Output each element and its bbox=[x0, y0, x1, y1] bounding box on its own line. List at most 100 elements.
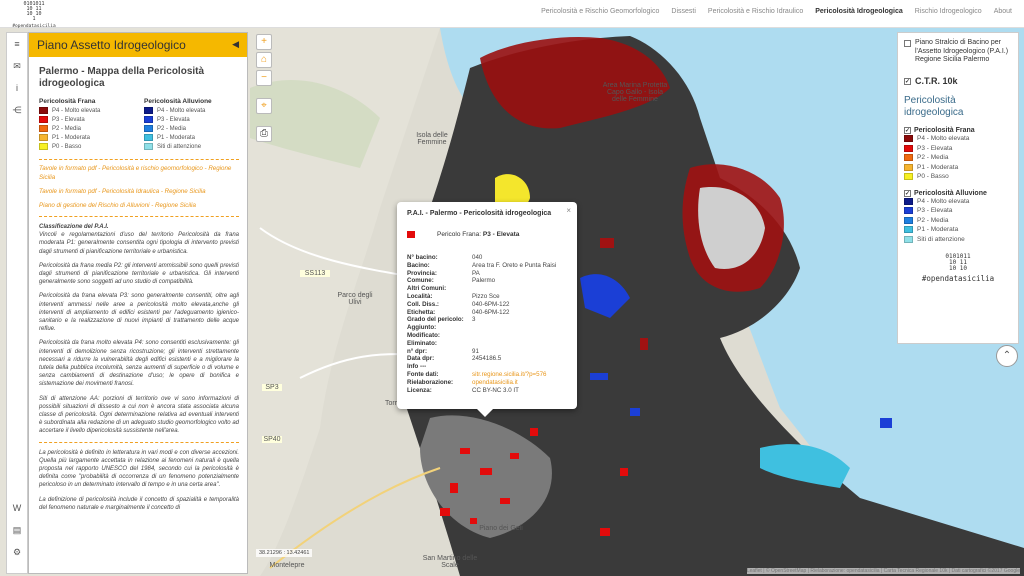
legend-alluvione-row-2: P2 - Media bbox=[144, 124, 239, 133]
right-frana-row-2: P2 - Media bbox=[904, 153, 1012, 163]
right-frana-label-3: P1 - Moderata bbox=[917, 163, 959, 171]
popup-attr-row: Provincia: PA bbox=[407, 270, 567, 278]
nav-geomorfologico[interactable]: Pericolosità e Rischio Geomorfologico bbox=[535, 8, 665, 15]
popup-title: P.A.I. - Palermo - Pericolosità idrogeol… bbox=[407, 210, 552, 217]
map-label-isola: Isola delle Femmine bbox=[416, 132, 448, 146]
legend-alluvione-swatch-3 bbox=[144, 134, 153, 141]
popup-attr-key: Altri Comuni: bbox=[407, 285, 447, 293]
legend-frana-header: Pericolosità Frana bbox=[39, 98, 96, 105]
layer-pai-checkbox[interactable] bbox=[904, 40, 911, 47]
popup-attr-row: n° dpr: 91 bbox=[407, 348, 567, 356]
legend-frana-swatch-1 bbox=[39, 116, 48, 123]
right-frana-swatch-3 bbox=[904, 163, 913, 171]
legend-alluvione-swatch-4 bbox=[144, 143, 153, 150]
popup-attr-key: Rielaborazione: bbox=[407, 378, 454, 386]
right-alluvione-swatch-0 bbox=[904, 197, 913, 205]
map-label-sp3: SP3 bbox=[262, 384, 282, 391]
zoom-out-button[interactable]: − bbox=[256, 70, 272, 86]
popup-attr-value: 040-6PM-122 bbox=[472, 308, 510, 316]
menu-icon[interactable]: ≡ bbox=[7, 33, 27, 55]
right-frana-row-0: P4 - Molto elevata bbox=[904, 134, 1012, 144]
right-alluvione-swatch-3 bbox=[904, 226, 913, 234]
layers-heading: Pericolosità idrogeologica bbox=[904, 95, 964, 118]
nav-dissesti[interactable]: Dissesti bbox=[665, 8, 702, 15]
legend-frana-swatch-0 bbox=[39, 107, 48, 114]
print-icon[interactable]: ⎙ bbox=[256, 126, 272, 142]
locate-icon[interactable]: ⌖ bbox=[256, 98, 272, 114]
share-icon[interactable]: ⋲ bbox=[7, 99, 27, 121]
opendatasicilia-logo: 0101011 10 11 10 10 #opendatasicilia bbox=[904, 254, 1012, 283]
legend-frana-row-0: P4 - Molto elevata bbox=[39, 106, 134, 115]
layer-pai[interactable]: Piano Stralcio di Bacino per l'Assetto I… bbox=[904, 39, 1012, 65]
legend-frana-label-0: P4 - Molto elevata bbox=[52, 107, 101, 114]
map-label-san-martino: San Martino delle Scale bbox=[422, 555, 478, 569]
legend-alluvione-label-3: P1 - Moderata bbox=[157, 134, 196, 141]
legend-frana-label-4: P0 - Basso bbox=[52, 143, 82, 150]
link-tavole-geomorfologico[interactable]: Tavole in formato pdf - Pericolosità e r… bbox=[39, 164, 239, 182]
legend-frana-label-3: P1 - Moderata bbox=[52, 134, 91, 141]
panel-header: Piano Assetto Idrogeologico ◀ bbox=[29, 33, 247, 57]
popup-attr-row: Bacino: Area tra F. Oreto e Punta Raisi bbox=[407, 262, 567, 270]
legend-frana-row-1: P3 - Elevata bbox=[39, 115, 134, 124]
close-icon[interactable]: × bbox=[566, 206, 571, 215]
legend-alluvione: Pericolosità Alluvione P4 - Molto elevat… bbox=[144, 98, 239, 151]
popup-attr-value: PA bbox=[472, 269, 480, 277]
right-alluvione-label-3: P1 - Moderata bbox=[917, 226, 959, 234]
legend-frana: Pericolosità Frana P4 - Molto elevata P3 … bbox=[39, 98, 134, 151]
para-definition-2: La definizione di pericolosità include i… bbox=[39, 496, 239, 511]
layers-panel: Piano Stralcio di Bacino per l'Assetto I… bbox=[897, 32, 1019, 344]
nav-idrogeologica[interactable]: Pericolosità Idrogeologica bbox=[809, 8, 909, 15]
info-icon[interactable]: i bbox=[7, 77, 27, 99]
nav-idraulico[interactable]: Pericolosità e Rischio Idraulico bbox=[702, 8, 809, 15]
layer-ctr[interactable]: ✓ C.T.R. 10k bbox=[904, 76, 1012, 86]
popup-attr-key: Località: bbox=[407, 292, 433, 300]
para-definition: La pericolosità è definito in letteratur… bbox=[39, 449, 239, 489]
app-logo[interactable]: 0101011 10 11 10 10 1 #opendatasicilia bbox=[6, 2, 62, 30]
link-piano-alluvioni[interactable]: Piano di gestione del Rischio di Alluvio… bbox=[39, 201, 239, 210]
popup-attr-row: N° bacino: 040 bbox=[407, 254, 567, 262]
popup-attr-row: Rielaborazione: opendatasicilia.it bbox=[407, 379, 567, 387]
nav-about[interactable]: About bbox=[988, 8, 1018, 15]
popup-attr-row: Comune: Palermo bbox=[407, 277, 567, 285]
right-frana-label-2: P2 - Media bbox=[917, 154, 949, 162]
para-aa: Siti di attenzione AA: porzioni di terri… bbox=[39, 395, 239, 435]
right-frana-swatch-1 bbox=[904, 144, 913, 152]
right-frana-row-4: P0 - Basso bbox=[904, 172, 1012, 182]
feature-popup: P.A.I. - Palermo - Pericolosità idrogeol… bbox=[397, 202, 577, 417]
right-alluvione-row-4: Siti di attenzione bbox=[904, 235, 1012, 245]
para-p2: Pericolosità da frana media P2: gli inte… bbox=[39, 262, 239, 286]
popup-attributes: N° bacino: 040 Bacino: Area tra F. Oreto e … bbox=[407, 254, 567, 394]
scroll-up-icon[interactable]: ⌃ bbox=[996, 345, 1018, 367]
map-controls: + ⌂ − ⌖ ⎙ bbox=[256, 34, 272, 144]
legend-frana-swatch-2 bbox=[39, 125, 48, 132]
popup-attr-value[interactable]: sitr.regione.sicilia.it/?p=576 bbox=[472, 371, 546, 379]
home-icon[interactable]: ⌂ bbox=[256, 52, 272, 68]
popup-attr-value: 2454186.5 bbox=[472, 355, 502, 363]
alluvione-layer-checkbox[interactable]: ✓ bbox=[904, 189, 911, 197]
frana-swatch bbox=[407, 231, 415, 238]
settings-icon[interactable]: ⚙ bbox=[7, 541, 27, 563]
legend-alluvione-label-1: P3 - Elevata bbox=[157, 116, 190, 123]
collapse-icon[interactable]: ◀ bbox=[232, 39, 239, 50]
nav-rischio-idrogeologico[interactable]: Rischio Idrogeologico bbox=[909, 8, 988, 15]
wikipedia-icon[interactable]: W bbox=[7, 497, 27, 519]
zoom-in-button[interactable]: + bbox=[256, 34, 272, 50]
map-label-sp40: SP40 bbox=[262, 436, 282, 443]
layer-ctr-checkbox[interactable]: ✓ bbox=[904, 77, 911, 85]
layer-pai-label: Piano Stralcio di Bacino per l'Assetto I… bbox=[915, 39, 1009, 63]
popup-attr-key: Info --- bbox=[407, 363, 427, 371]
popup-attr-value[interactable]: opendatasicilia.it bbox=[472, 379, 518, 387]
popup-attr-row: Data dpr: 2454186.5 bbox=[407, 355, 567, 363]
layers-icon[interactable]: ▤ bbox=[7, 519, 27, 541]
popup-attr-value: 040 bbox=[472, 254, 483, 261]
right-alluvione-row-1: P3 - Elevata bbox=[904, 206, 1012, 216]
link-tavole-idraulica[interactable]: Tavole in formato pdf - Pericolosità Idr… bbox=[39, 187, 239, 196]
legend-alluvione-row-1: P3 - Elevata bbox=[144, 115, 239, 124]
frana-layer-checkbox[interactable]: ✓ bbox=[904, 127, 911, 134]
logo-bits-4: 1 bbox=[32, 16, 36, 22]
map-label-ss113: SS113 bbox=[300, 270, 330, 277]
right-alluvione-swatch-1 bbox=[904, 207, 913, 215]
mail-icon[interactable]: ✉ bbox=[7, 55, 27, 77]
legend-alluvione-row-3: P1 - Moderata bbox=[144, 133, 239, 142]
legend: Pericolosità Frana P4 - Molto elevata P3 … bbox=[39, 98, 239, 151]
